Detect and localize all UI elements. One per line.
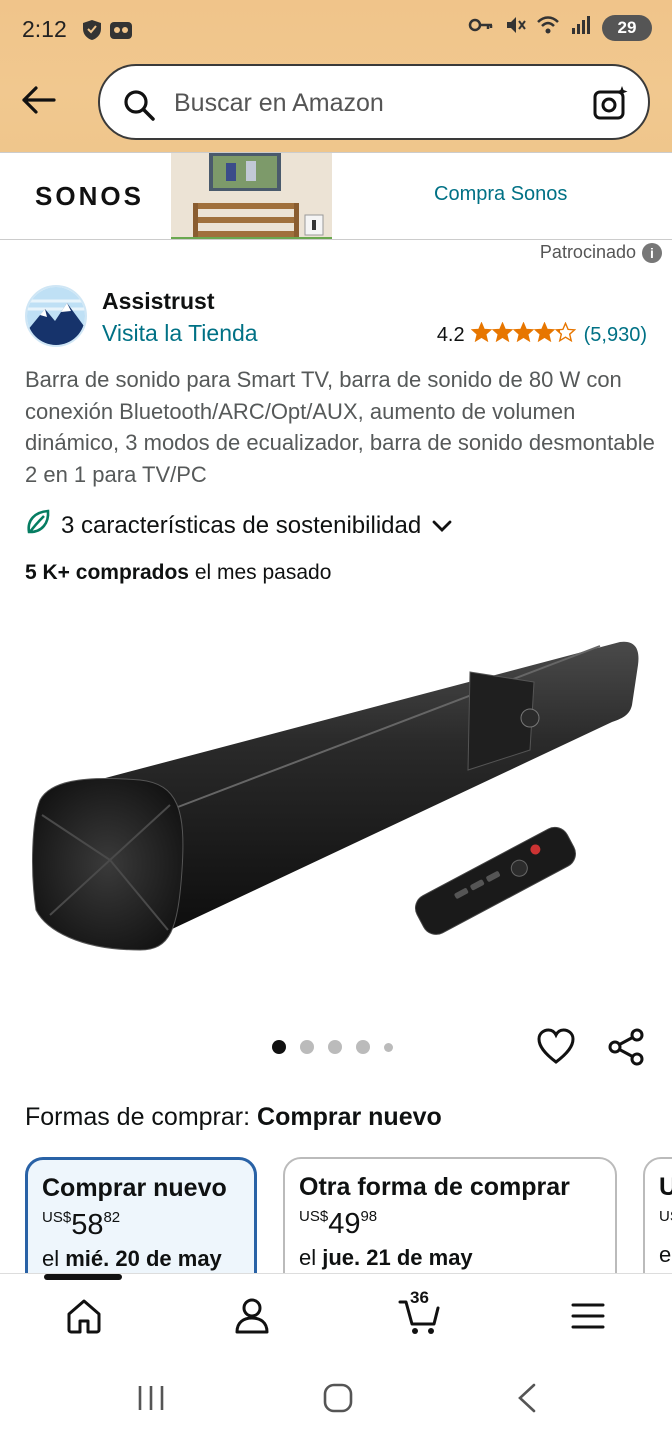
mute-icon — [504, 14, 526, 41]
chevron-down-icon — [431, 512, 453, 540]
bought-count-rest: el mes pasado — [188, 561, 332, 584]
option-price: US$5882 — [42, 1209, 240, 1242]
nav-menu[interactable] — [566, 1294, 610, 1338]
cart-count-badge: 36 — [410, 1288, 429, 1307]
price-currency: US — [659, 1208, 672, 1225]
signal-icon — [570, 14, 592, 41]
sustainability-text: 3 características de sostenibilidad — [61, 511, 422, 539]
share-icon[interactable] — [606, 1027, 646, 1072]
system-nav-bar — [0, 1358, 672, 1440]
sustainability-toggle[interactable]: 3 características de sostenibilidad — [25, 508, 453, 543]
status-time: 2:12 — [22, 16, 67, 42]
sponsored-text: Patrocinado — [539, 242, 636, 262]
carousel-dot[interactable] — [300, 1040, 314, 1054]
carousel-dot[interactable] — [356, 1040, 370, 1054]
carousel-dot[interactable] — [328, 1040, 342, 1054]
wifi-icon — [536, 14, 560, 41]
home-icon — [67, 1299, 101, 1334]
search-icon — [122, 88, 156, 127]
search-bar[interactable]: Buscar en Amazon — [98, 64, 650, 140]
option-delivery: el jue. 21 de may — [299, 1245, 601, 1271]
buy-option-other[interactable]: Otra forma de comprar US$4998 el jue. 21… — [283, 1157, 617, 1273]
active-tab-indicator — [44, 1274, 122, 1280]
shield-icon — [80, 18, 104, 47]
price-cents: 82 — [103, 1209, 121, 1226]
visit-store-link[interactable]: Visita la Tienda — [102, 320, 258, 347]
delivery-prefix: el — [299, 1245, 323, 1270]
delivery-date: mié. 20 de may — [65, 1246, 222, 1271]
banner-image — [171, 153, 332, 239]
option-title: Otra forma de comprar — [299, 1173, 570, 1201]
option-price: US — [659, 1208, 672, 1238]
banner-link[interactable]: Compra Sonos — [434, 183, 567, 206]
delivery-date: jue. 21 de may — [322, 1245, 473, 1270]
seller-logo[interactable] — [25, 285, 87, 347]
key-icon — [468, 15, 494, 40]
price-cents: 98 — [360, 1208, 378, 1225]
camera-search-icon[interactable] — [592, 84, 630, 127]
app-notification-icon — [108, 18, 134, 47]
ways-selected: Comprar nuevo — [257, 1103, 442, 1131]
arrow-left-icon — [22, 86, 56, 114]
product-image[interactable] — [0, 610, 672, 1020]
carousel-dot[interactable] — [272, 1040, 286, 1054]
star-icon — [554, 321, 576, 343]
delivery-prefix: e — [659, 1242, 672, 1267]
back-button[interactable] — [18, 80, 58, 120]
sponsored-label[interactable]: Patrocinado i — [540, 242, 662, 263]
option-title: U — [659, 1173, 672, 1201]
info-icon[interactable]: i — [642, 242, 662, 263]
price-currency: US$ — [42, 1209, 72, 1226]
brand-logo: SONOS — [35, 181, 144, 211]
home-button[interactable] — [322, 1382, 354, 1419]
nav-home[interactable] — [62, 1294, 106, 1338]
option-delivery: el mié. 20 de may — [42, 1246, 240, 1272]
rating-count[interactable]: (5,930) — [584, 324, 647, 347]
search-input[interactable]: Buscar en Amazon — [174, 89, 384, 118]
buying-options: Comprar nuevo US$5882 el mié. 20 de may … — [0, 1155, 672, 1273]
star-icon — [512, 321, 534, 343]
option-price: US$4998 — [299, 1208, 601, 1241]
system-back-button[interactable] — [514, 1382, 540, 1419]
star-icon — [491, 321, 513, 343]
ways-label: Formas de comprar: — [25, 1103, 258, 1131]
ways-to-buy: Formas de comprar: Comprar nuevo — [25, 1103, 442, 1132]
star-icon — [533, 321, 555, 343]
status-icons: 29 — [468, 14, 652, 41]
seller-name: Assistrust — [102, 288, 215, 314]
star-rating — [470, 321, 576, 348]
price-currency: US$ — [299, 1208, 329, 1225]
account-icon — [235, 1298, 269, 1334]
status-bar: 2:12 29 — [0, 0, 672, 58]
bought-count-bold: 5 K+ comprados — [25, 561, 189, 584]
buy-option-new[interactable]: Comprar nuevo US$5882 el mié. 20 de may — [25, 1157, 257, 1273]
menu-icon — [571, 1303, 605, 1329]
image-carousel-dots[interactable] — [272, 1040, 393, 1054]
delivery-prefix: el — [42, 1246, 66, 1271]
option-title: Comprar nuevo — [42, 1174, 227, 1202]
buy-option-third[interactable]: U US e — [643, 1157, 672, 1273]
carousel-dot[interactable] — [384, 1042, 393, 1052]
header: 2:12 29 Buscar en Amazon — [0, 0, 672, 152]
bought-count: 5 K+ comprados el mes pasado — [25, 561, 331, 585]
price-whole: 58 — [71, 1209, 104, 1241]
rating-value: 4.2 — [436, 323, 465, 346]
option-delivery: e — [659, 1242, 672, 1268]
battery-indicator: 29 — [602, 14, 652, 41]
leaf-icon — [25, 508, 51, 543]
sponsored-banner[interactable]: SONOS Compra Sonos — [0, 152, 672, 240]
nav-account[interactable] — [230, 1294, 274, 1338]
heart-icon[interactable] — [536, 1027, 576, 1072]
bottom-nav — [0, 1273, 672, 1358]
star-icon — [470, 321, 492, 343]
price-whole: 49 — [328, 1208, 361, 1240]
product-title: Barra de sonido para Smart TV, barra de … — [25, 367, 655, 487]
rating-summary[interactable]: 4.2 (5,930) — [436, 321, 647, 348]
recent-apps-button[interactable] — [136, 1384, 166, 1417]
